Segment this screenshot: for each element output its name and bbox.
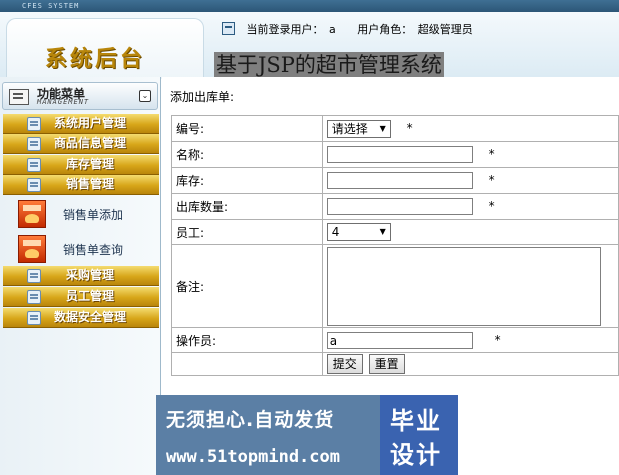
sidebar-item-sales[interactable]: 销售管理	[3, 175, 159, 195]
staff-select-value: 4	[331, 225, 340, 239]
sub-item-add-sale[interactable]: 销售单添加	[18, 200, 158, 230]
logo-text: 系统后台	[45, 46, 146, 72]
logo-tab: 系统后台	[6, 18, 204, 79]
remark-textarea[interactable]	[326, 246, 601, 326]
dropdown-arrow-icon: ▼	[379, 227, 386, 236]
sales-form-icon	[18, 235, 46, 263]
watermark-banner: 无须担心.自动发货 www.51topmind.com 毕业 设计	[156, 395, 458, 475]
sidebar-item-products[interactable]: 商品信息管理	[3, 134, 159, 154]
sidebar-item-system-users[interactable]: 系统用户管理	[3, 114, 159, 134]
watermark-line1: 无须担心.自动发货	[166, 409, 335, 431]
sidebar-item-staff[interactable]: 员工管理	[3, 287, 159, 307]
code-label: 编号:	[171, 115, 323, 142]
header: 系统后台 当前登录用户： a 用户角色： 超级管理员 基于JSP的超市管理系统	[0, 12, 619, 79]
sidebar-item-label: 销售管理	[65, 177, 114, 191]
sidebar-item-label: 员工管理	[65, 289, 114, 303]
name-label: 名称:	[171, 141, 323, 168]
menu-book-icon	[9, 89, 29, 105]
sub-item-label: 销售单查询	[63, 243, 124, 257]
collapse-icon[interactable]: ⌄	[139, 90, 151, 102]
badge-line2: 设计	[390, 441, 442, 469]
sidebar-item-purchasing[interactable]: 采购管理	[3, 266, 159, 286]
user-card-icon	[222, 22, 235, 35]
sidebar: 功能菜单 MANAGEMENT ⌄ 系统用户管理 商品信息管理 库存管理 销售管…	[0, 77, 161, 475]
outbound-form: 编号: 请选择 ▼ * 名称: * 库存: * 出库数量: * 员工: 4 ▼ …	[171, 115, 619, 376]
system-tag: CFES SYSTEM	[22, 2, 80, 10]
site-title: 基于JSP的超市管理系统	[214, 52, 444, 78]
sidebar-item-data-security[interactable]: 数据安全管理	[3, 308, 159, 328]
sub-item-query-sale[interactable]: 销售单查询	[18, 235, 158, 265]
operator-label: 操作员:	[171, 327, 323, 353]
reset-button[interactable]: 重置	[368, 354, 405, 374]
remark-label: 备注:	[171, 244, 323, 328]
sales-form-icon	[18, 200, 46, 228]
quantity-input[interactable]	[326, 198, 473, 215]
role-label: 用户角色：	[357, 23, 413, 36]
top-strip: CFES SYSTEM	[0, 0, 619, 12]
sidebar-item-label: 系统用户管理	[53, 116, 126, 130]
required-mark: *	[488, 199, 495, 213]
required-mark: *	[488, 173, 495, 187]
user-info: 当前登录用户： a 用户角色： 超级管理员	[222, 22, 475, 38]
submit-button[interactable]: 提交	[326, 354, 363, 374]
name-input[interactable]	[326, 146, 473, 163]
current-user-label: 当前登录用户：	[246, 23, 324, 36]
sidebar-item-inventory[interactable]: 库存管理	[3, 155, 159, 175]
menu-subtitle: MANAGEMENT	[37, 98, 90, 106]
stock-label: 库存:	[171, 167, 323, 194]
menu-header: 功能菜单 MANAGEMENT ⌄	[2, 82, 158, 110]
quantity-label: 出库数量:	[171, 193, 323, 220]
code-select[interactable]: 请选择 ▼	[326, 119, 391, 138]
current-user: a	[329, 23, 336, 36]
required-mark: *	[406, 121, 413, 135]
staff-label: 员工:	[171, 219, 323, 245]
dropdown-arrow-icon: ▼	[379, 123, 386, 133]
code-select-value: 请选择	[331, 121, 368, 136]
required-mark: *	[494, 332, 501, 347]
staff-select[interactable]: 4 ▼	[326, 223, 391, 241]
form-title: 添加出库单:	[170, 90, 235, 104]
watermark-url: www.51topmind.com	[166, 447, 340, 467]
sub-item-label: 销售单添加	[63, 208, 124, 222]
watermark-badge: 毕业 设计	[380, 395, 458, 475]
required-mark: *	[488, 147, 495, 161]
role-value: 超级管理员	[417, 23, 473, 36]
stock-input[interactable]	[326, 172, 473, 189]
sidebar-item-label: 数据安全管理	[53, 310, 126, 324]
sidebar-item-label: 采购管理	[65, 268, 114, 282]
badge-line1: 毕业	[390, 407, 442, 435]
operator-input[interactable]: a	[326, 331, 473, 349]
sidebar-item-label: 库存管理	[65, 157, 114, 171]
sidebar-item-label: 商品信息管理	[53, 136, 126, 150]
